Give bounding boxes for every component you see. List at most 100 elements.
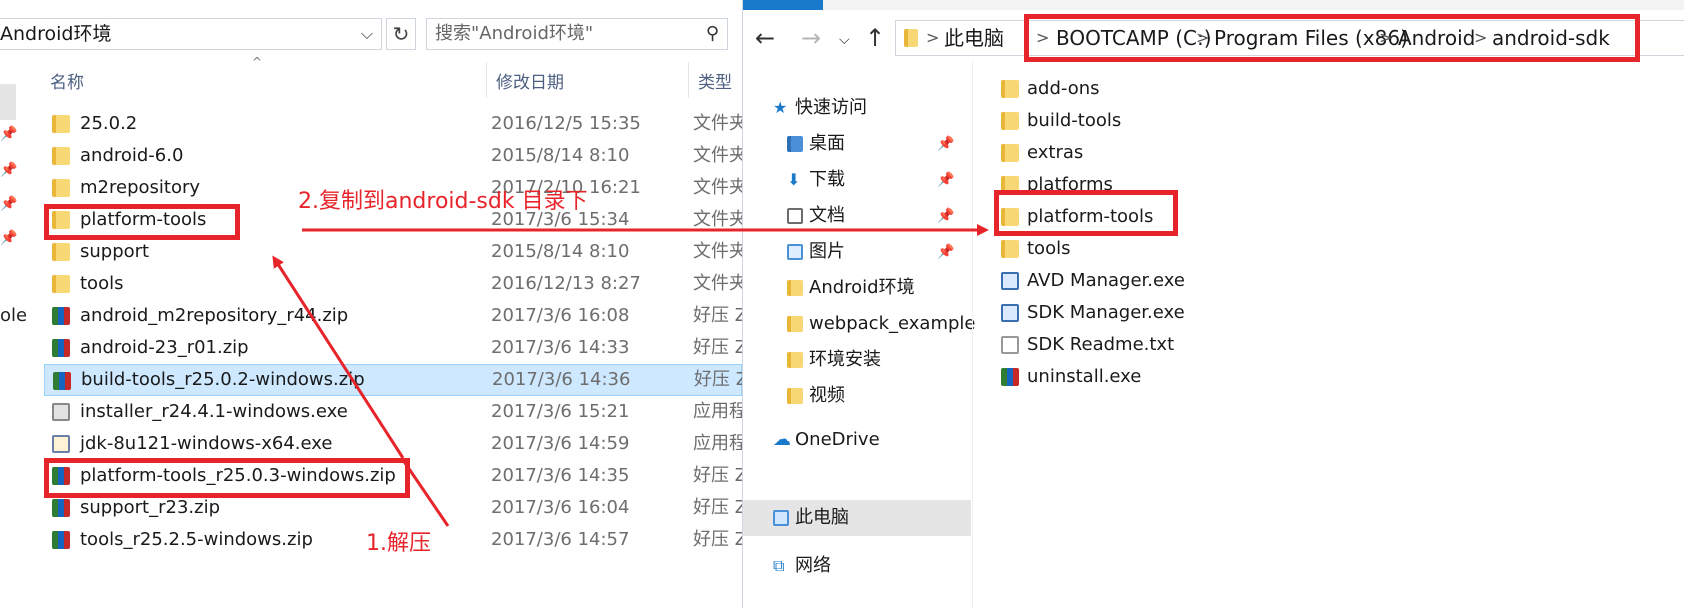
- folder-icon: [52, 275, 70, 293]
- pin-icon[interactable]: 📌: [937, 162, 954, 198]
- table-row[interactable]: android-23_r01.zip 2017/3/6 14:33 好压 Z: [44, 332, 742, 364]
- folder-icon: [787, 316, 803, 332]
- download-icon: ⬇: [787, 170, 801, 189]
- pin-icon: 📌: [0, 126, 18, 142]
- file-name: android_m2repository_r44.zip: [80, 305, 349, 326]
- left-address-bar[interactable]: Android环境 ⌵: [0, 18, 382, 50]
- table-row[interactable]: tools 2016/12/13 8:27 文件夹: [44, 268, 742, 300]
- file-date: 2017/3/6 14:36: [492, 369, 631, 390]
- refresh-button[interactable]: ↻: [386, 18, 416, 50]
- zip-archive-icon: [52, 499, 70, 517]
- nav-downloads[interactable]: ⬇ 下载 📌: [787, 162, 957, 198]
- nav-documents[interactable]: 文档 📌: [787, 198, 957, 234]
- desktop-icon: [787, 136, 803, 152]
- column-separator[interactable]: [688, 62, 689, 98]
- document-icon: [787, 208, 803, 224]
- breadcrumb-this-pc[interactable]: 此电脑: [944, 21, 1004, 55]
- annotation-step1: 1.解压: [366, 531, 431, 556]
- pin-icon[interactable]: 📌: [937, 198, 954, 234]
- file-type: 文件夹: [693, 241, 742, 262]
- zip-archive-icon: [52, 339, 70, 357]
- zip-archive-icon: [53, 372, 71, 390]
- column-header-name[interactable]: 名称: [50, 68, 84, 93]
- file-type: 应用程: [693, 401, 742, 422]
- file-name: support: [80, 241, 150, 262]
- pane-divider[interactable]: [972, 60, 973, 608]
- file-date: 2017/3/6 15:21: [491, 401, 630, 422]
- folder-icon: [52, 179, 70, 197]
- executable-icon: [52, 403, 70, 421]
- zip-archive-icon: [52, 531, 70, 549]
- search-icon[interactable]: ⚲: [706, 19, 719, 49]
- table-row[interactable]: android_m2repository_r44.zip 2017/3/6 16:…: [44, 300, 742, 332]
- file-date: 2017/3/6 14:35: [491, 465, 630, 486]
- recent-locations-chevron-icon[interactable]: ⌵: [839, 32, 850, 48]
- breadcrumb-chevron-icon[interactable]: >: [926, 21, 939, 55]
- folder-icon: [1001, 144, 1019, 162]
- pin-icon[interactable]: 📌: [937, 126, 954, 162]
- file-name: android-6.0: [80, 145, 184, 166]
- left-address-text: Android环境: [0, 23, 112, 45]
- column-header-date[interactable]: 修改日期: [496, 68, 564, 93]
- pin-icon: 📌: [0, 162, 18, 178]
- table-row[interactable]: 25.0.2 2016/12/5 15:35 文件夹: [44, 108, 742, 140]
- left-nav-selected-strip: [0, 84, 16, 120]
- file-type: 好压 Z: [693, 305, 742, 326]
- folder-icon: [52, 147, 70, 165]
- file-name: AVD Manager.exe: [1027, 270, 1185, 291]
- ribbon-tab-strip: [743, 0, 1684, 10]
- table-row[interactable]: installer_r24.4.1-windows.exe 2017/3/6 15…: [44, 396, 742, 428]
- up-arrow-icon[interactable]: ↑: [865, 24, 885, 52]
- file-type: 文件夹: [693, 209, 742, 230]
- nav-desktop[interactable]: 桌面 📌: [787, 126, 957, 162]
- file-name: tools: [1027, 238, 1071, 259]
- file-type: 文件夹: [693, 273, 742, 294]
- left-explorer-window: Android环境 ⌵ ↻ 搜索"Android环境" ⚲ 📌 📌 📌 📌 ol…: [0, 0, 742, 608]
- nav-pictures[interactable]: 图片 📌: [787, 234, 957, 270]
- back-arrow-icon[interactable]: ←: [755, 24, 775, 52]
- file-tab[interactable]: [743, 0, 823, 10]
- folder-icon: [52, 243, 70, 261]
- forward-arrow-icon[interactable]: →: [801, 24, 821, 52]
- computer-icon: [773, 510, 789, 526]
- pin-icon[interactable]: 📌: [937, 234, 954, 270]
- folder-icon: [1001, 112, 1019, 130]
- file-name: extras: [1027, 142, 1084, 163]
- table-row[interactable]: support 2015/8/14 8:10 文件夹: [44, 236, 742, 268]
- column-header-type[interactable]: 类型: [698, 68, 732, 93]
- search-placeholder: 搜索"Android环境": [435, 23, 594, 44]
- search-input[interactable]: 搜索"Android环境" ⚲: [426, 18, 728, 50]
- file-name: SDK Readme.txt: [1027, 334, 1175, 355]
- highlight-box-sdk-path: [1024, 14, 1640, 62]
- chevron-down-icon[interactable]: ⌵: [361, 19, 373, 49]
- file-name: installer_r24.4.1-windows.exe: [80, 401, 348, 422]
- network-icon: ⧉: [773, 556, 785, 575]
- file-date: 2017/3/6 14:33: [491, 337, 630, 358]
- folder-icon: [1001, 80, 1019, 98]
- file-type: 好压 Z: [693, 337, 742, 358]
- file-name: tools: [80, 273, 124, 294]
- file-name: m2repository: [80, 177, 201, 198]
- application-icon: [1001, 272, 1019, 290]
- file-name: add-ons: [1027, 78, 1100, 99]
- table-row[interactable]: android-6.0 2015/8/14 8:10 文件夹: [44, 140, 742, 172]
- application-icon: [1001, 304, 1019, 322]
- file-name: uninstall.exe: [1027, 366, 1142, 387]
- file-name: build-tools_r25.0.2-windows.zip: [81, 369, 365, 390]
- file-name: android-23_r01.zip: [80, 337, 249, 358]
- pin-icon: 📌: [0, 230, 18, 246]
- file-type: 好压 Z: [693, 529, 742, 550]
- star-icon: ★: [773, 98, 788, 117]
- sort-ascending-icon: ^: [252, 55, 263, 69]
- table-row[interactable]: jdk-8u121-windows-x64.exe 2017/3/6 14:59 应…: [44, 428, 742, 460]
- folder-icon: [904, 29, 918, 47]
- file-name: 25.0.2: [80, 113, 138, 134]
- executable-icon: [52, 435, 70, 453]
- column-separator[interactable]: [486, 62, 487, 98]
- table-row[interactable]: build-tools_r25.0.2-windows.zip 2017/3/6 …: [44, 364, 742, 396]
- file-name: SDK Manager.exe: [1027, 302, 1185, 323]
- annotation-step2: 2.复制到android-sdk 目录下: [298, 189, 588, 214]
- file-type: 好压 Z: [693, 465, 742, 486]
- file-name: tools_r25.2.5-windows.zip: [80, 529, 313, 550]
- highlight-box-platform-tools-zip: [44, 458, 410, 498]
